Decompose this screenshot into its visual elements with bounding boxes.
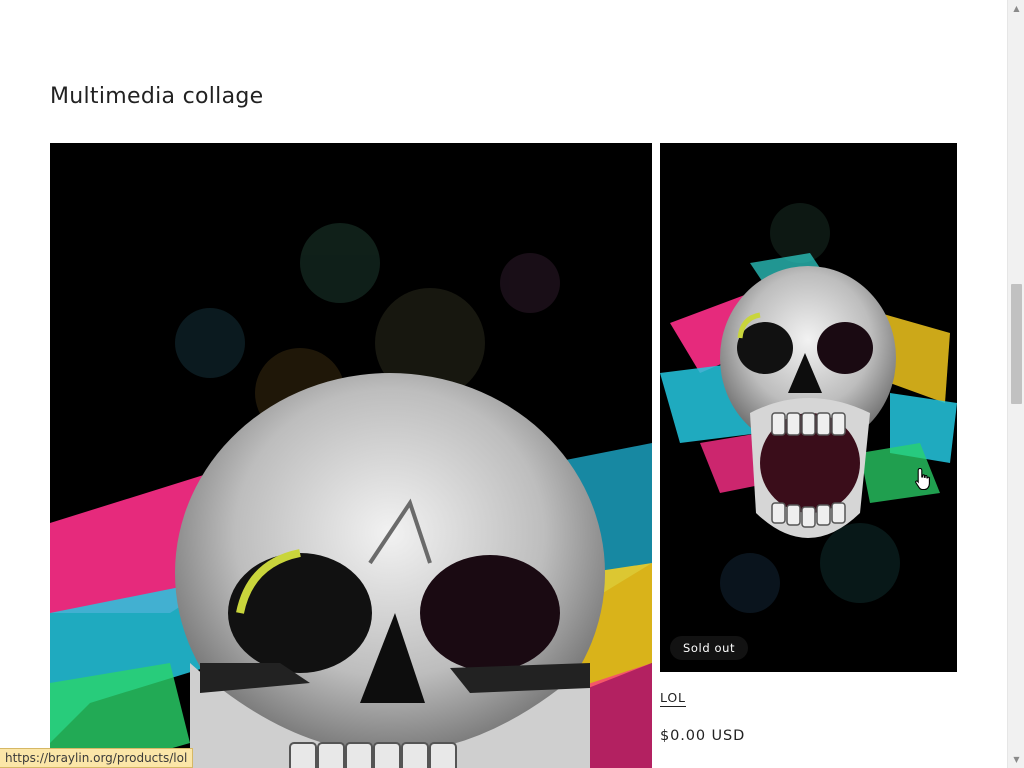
collage-large-image[interactable]: [50, 143, 652, 768]
hand-pointer-cursor-icon: [915, 467, 930, 491]
product-card-image[interactable]: Sold out: [660, 143, 957, 672]
page-viewport: Multimedia collage Sold out LOL $0.00 US…: [0, 0, 1007, 768]
skull-artwork-small: [660, 143, 957, 672]
product-price: $0.00 USD: [660, 728, 746, 744]
product-card: Sold out LOL $0.00 USD: [660, 143, 957, 744]
status-bar-url: https://braylin.org/products/lol: [0, 748, 194, 768]
vertical-scrollbar[interactable]: ▲ ▼: [1007, 0, 1024, 768]
product-title-link[interactable]: LOL: [660, 690, 686, 707]
sold-out-badge: Sold out: [670, 636, 749, 660]
scroll-down-arrow-icon[interactable]: ▼: [1008, 751, 1024, 768]
section-title: Multimedia collage: [50, 84, 264, 109]
skull-artwork-large: [50, 143, 652, 768]
scroll-up-arrow-icon[interactable]: ▲: [1008, 0, 1024, 17]
scrollbar-thumb[interactable]: [1011, 284, 1022, 404]
